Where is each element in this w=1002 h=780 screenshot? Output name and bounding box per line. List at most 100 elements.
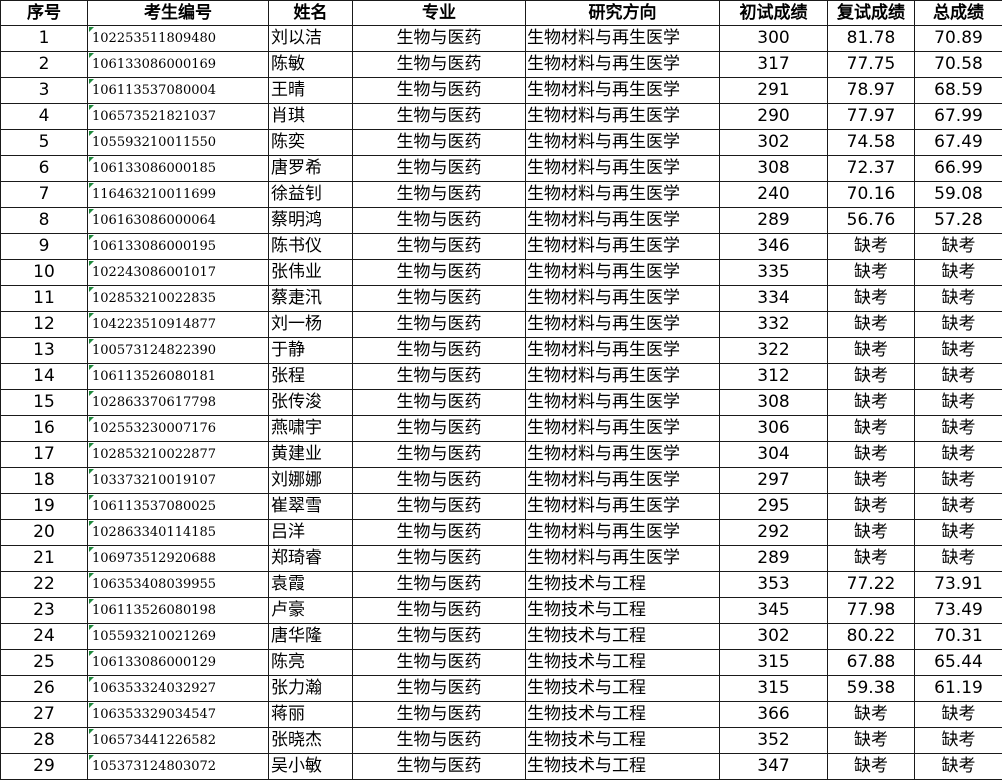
cell-name[interactable]: 张程 <box>268 363 353 390</box>
cell-candidate-id[interactable]: 106113537080025 <box>87 493 269 520</box>
cell-retest-score[interactable]: 67.88 <box>827 649 915 676</box>
cell-name[interactable]: 张伟业 <box>268 259 353 286</box>
cell-name[interactable]: 蔡疌汛 <box>268 285 353 312</box>
cell-total-score[interactable]: 70.31 <box>914 623 1002 650</box>
cell-name[interactable]: 吴小敏 <box>268 753 353 780</box>
cell-seq[interactable]: 27 <box>0 701 88 728</box>
cell-retest-score[interactable]: 缺考 <box>827 701 915 728</box>
cell-total-score[interactable]: 缺考 <box>914 753 1002 780</box>
cell-total-score[interactable]: 73.49 <box>914 597 1002 624</box>
cell-research-direction[interactable]: 生物技术与工程 <box>525 753 720 780</box>
cell-seq[interactable]: 25 <box>0 649 88 676</box>
cell-preliminary-score[interactable]: 290 <box>719 103 828 130</box>
cell-total-score[interactable]: 57.28 <box>914 207 1002 234</box>
cell-preliminary-score[interactable]: 353 <box>719 571 828 598</box>
cell-seq[interactable]: 3 <box>0 77 88 104</box>
cell-preliminary-score[interactable]: 317 <box>719 51 828 78</box>
cell-candidate-id[interactable]: 106133086000195 <box>87 233 269 260</box>
cell-name[interactable]: 陈敏 <box>268 51 353 78</box>
cell-research-direction[interactable]: 生物技术与工程 <box>525 623 720 650</box>
cell-seq[interactable]: 17 <box>0 441 88 468</box>
cell-major[interactable]: 生物与医药 <box>352 25 526 52</box>
cell-name[interactable]: 燕啸宇 <box>268 415 353 442</box>
cell-candidate-id[interactable]: 106113526080198 <box>87 597 269 624</box>
cell-name[interactable]: 张传浚 <box>268 389 353 416</box>
cell-total-score[interactable]: 缺考 <box>914 363 1002 390</box>
cell-candidate-id[interactable]: 106133086000169 <box>87 51 269 78</box>
cell-research-direction[interactable]: 生物材料与再生医学 <box>525 207 720 234</box>
cell-retest-score[interactable]: 77.22 <box>827 571 915 598</box>
cell-major[interactable]: 生物与医药 <box>352 675 526 702</box>
cell-retest-score[interactable]: 56.76 <box>827 207 915 234</box>
cell-research-direction[interactable]: 生物材料与再生医学 <box>525 545 720 572</box>
header-major[interactable]: 专业 <box>352 0 526 26</box>
cell-total-score[interactable]: 68.59 <box>914 77 1002 104</box>
cell-candidate-id[interactable]: 106353324032927 <box>87 675 269 702</box>
cell-research-direction[interactable]: 生物材料与再生医学 <box>525 363 720 390</box>
cell-major[interactable]: 生物与医药 <box>352 77 526 104</box>
cell-seq[interactable]: 24 <box>0 623 88 650</box>
cell-retest-score[interactable]: 70.16 <box>827 181 915 208</box>
cell-seq[interactable]: 16 <box>0 415 88 442</box>
cell-total-score[interactable]: 缺考 <box>914 519 1002 546</box>
cell-total-score[interactable]: 61.19 <box>914 675 1002 702</box>
cell-total-score[interactable]: 70.58 <box>914 51 1002 78</box>
cell-major[interactable]: 生物与医药 <box>352 519 526 546</box>
cell-seq[interactable]: 1 <box>0 25 88 52</box>
cell-seq[interactable]: 2 <box>0 51 88 78</box>
cell-retest-score[interactable]: 缺考 <box>827 311 915 338</box>
cell-retest-score[interactable]: 缺考 <box>827 493 915 520</box>
cell-total-score[interactable]: 缺考 <box>914 233 1002 260</box>
cell-research-direction[interactable]: 生物材料与再生医学 <box>525 103 720 130</box>
cell-retest-score[interactable]: 缺考 <box>827 467 915 494</box>
cell-preliminary-score[interactable]: 300 <box>719 25 828 52</box>
cell-research-direction[interactable]: 生物材料与再生医学 <box>525 259 720 286</box>
cell-preliminary-score[interactable]: 335 <box>719 259 828 286</box>
cell-major[interactable]: 生物与医药 <box>352 545 526 572</box>
header-total-score[interactable]: 总成绩 <box>914 0 1002 26</box>
cell-total-score[interactable]: 缺考 <box>914 493 1002 520</box>
cell-total-score[interactable]: 缺考 <box>914 337 1002 364</box>
cell-preliminary-score[interactable]: 345 <box>719 597 828 624</box>
cell-name[interactable]: 唐华隆 <box>268 623 353 650</box>
cell-preliminary-score[interactable]: 291 <box>719 77 828 104</box>
cell-candidate-id[interactable]: 100573124822390 <box>87 337 269 364</box>
cell-total-score[interactable]: 缺考 <box>914 259 1002 286</box>
cell-retest-score[interactable]: 缺考 <box>827 545 915 572</box>
cell-research-direction[interactable]: 生物材料与再生医学 <box>525 415 720 442</box>
cell-major[interactable]: 生物与医药 <box>352 649 526 676</box>
cell-seq[interactable]: 20 <box>0 519 88 546</box>
cell-candidate-id[interactable]: 106573441226582 <box>87 727 269 754</box>
cell-research-direction[interactable]: 生物技术与工程 <box>525 727 720 754</box>
cell-major[interactable]: 生物与医药 <box>352 155 526 182</box>
cell-research-direction[interactable]: 生物材料与再生医学 <box>525 181 720 208</box>
cell-preliminary-score[interactable]: 308 <box>719 155 828 182</box>
cell-preliminary-score[interactable]: 312 <box>719 363 828 390</box>
cell-major[interactable]: 生物与医药 <box>352 285 526 312</box>
cell-retest-score[interactable]: 77.97 <box>827 103 915 130</box>
cell-seq[interactable]: 12 <box>0 311 88 338</box>
cell-research-direction[interactable]: 生物材料与再生医学 <box>525 155 720 182</box>
cell-research-direction[interactable]: 生物技术与工程 <box>525 701 720 728</box>
cell-total-score[interactable]: 缺考 <box>914 545 1002 572</box>
cell-name[interactable]: 刘一杨 <box>268 311 353 338</box>
header-preliminary-score[interactable]: 初试成绩 <box>719 0 828 26</box>
cell-candidate-id[interactable]: 105593210021269 <box>87 623 269 650</box>
cell-total-score[interactable]: 缺考 <box>914 311 1002 338</box>
cell-major[interactable]: 生物与医药 <box>352 363 526 390</box>
cell-preliminary-score[interactable]: 289 <box>719 545 828 572</box>
cell-name[interactable]: 张力瀚 <box>268 675 353 702</box>
cell-retest-score[interactable]: 缺考 <box>827 285 915 312</box>
cell-name[interactable]: 于静 <box>268 337 353 364</box>
cell-name[interactable]: 肖琪 <box>268 103 353 130</box>
cell-major[interactable]: 生物与医药 <box>352 389 526 416</box>
cell-research-direction[interactable]: 生物材料与再生医学 <box>525 519 720 546</box>
cell-candidate-id[interactable]: 106573521821037 <box>87 103 269 130</box>
cell-candidate-id[interactable]: 105373124803072 <box>87 753 269 780</box>
cell-preliminary-score[interactable]: 306 <box>719 415 828 442</box>
cell-retest-score[interactable]: 缺考 <box>827 441 915 468</box>
cell-major[interactable]: 生物与医药 <box>352 103 526 130</box>
cell-major[interactable]: 生物与医药 <box>352 623 526 650</box>
cell-retest-score[interactable]: 72.37 <box>827 155 915 182</box>
cell-name[interactable]: 刘娜娜 <box>268 467 353 494</box>
